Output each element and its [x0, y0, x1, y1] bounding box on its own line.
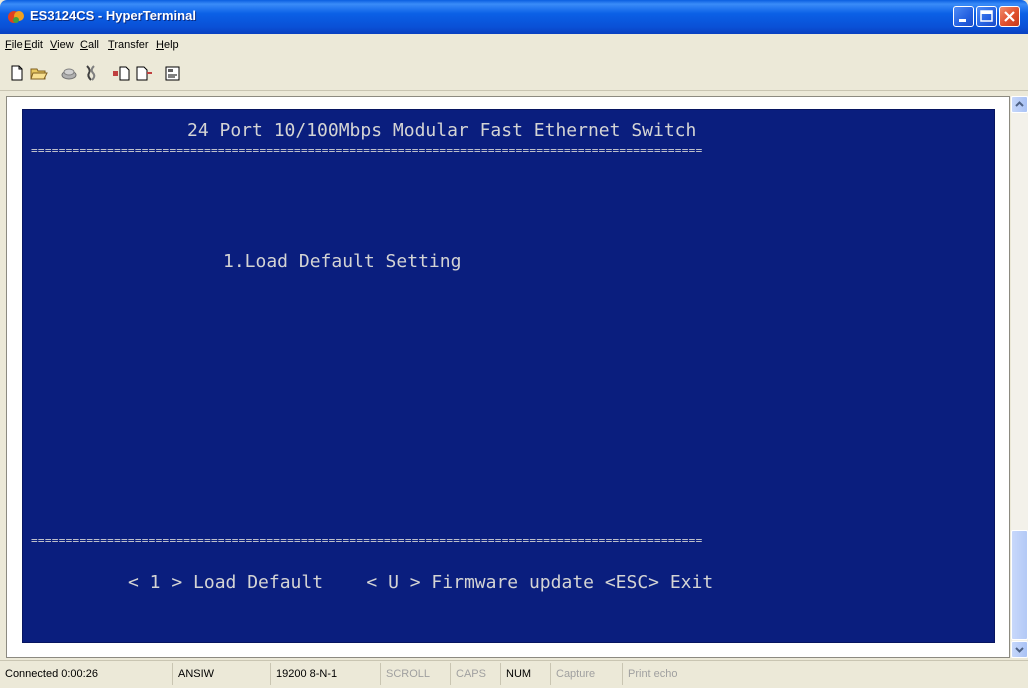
- chevron-up-icon: [1015, 101, 1024, 107]
- terminal-footer: < 1 > Load Default < U > Firmware update…: [128, 572, 714, 593]
- terminal-menu-option: 1.Load Default Setting: [223, 251, 462, 272]
- menu-file-mnemonic: F: [5, 39, 12, 51]
- menu-call-label: all: [87, 39, 99, 51]
- status-port-settings: 19200 8-N-1: [270, 663, 380, 685]
- status-print-echo: Print echo: [622, 663, 772, 685]
- menu-edit-label: dit: [31, 39, 43, 51]
- menu-help[interactable]: Help: [156, 39, 179, 51]
- chevron-down-icon: [1015, 647, 1024, 653]
- scroll-up-button[interactable]: [1011, 96, 1028, 113]
- menu-file[interactable]: File: [5, 39, 23, 51]
- menu-call-mnemonic: C: [80, 39, 88, 51]
- properties-icon[interactable]: [164, 64, 182, 82]
- status-scroll: SCROLL: [380, 663, 450, 685]
- open-icon[interactable]: [30, 64, 48, 82]
- send-icon[interactable]: [112, 64, 130, 82]
- title-bar[interactable]: ES3124CS - HyperTerminal: [0, 0, 1028, 34]
- minimize-button[interactable]: [953, 6, 974, 27]
- disconnect-icon[interactable]: [82, 64, 100, 82]
- scroll-down-button[interactable]: [1011, 641, 1028, 658]
- menu-transfer[interactable]: Transfer: [108, 39, 149, 51]
- window-title: ES3124CS - HyperTerminal: [30, 8, 196, 23]
- minimize-icon: [959, 19, 966, 22]
- status-connected: Connected 0:00:26: [5, 668, 98, 680]
- close-icon: [1004, 11, 1015, 22]
- status-bar: Connected 0:00:26 ANSIW 19200 8-N-1 SCRO…: [0, 660, 1028, 688]
- status-emulation: ANSIW: [172, 663, 270, 685]
- status-num: NUM: [500, 663, 550, 685]
- maximize-icon: [980, 10, 993, 22]
- menu-edit[interactable]: Edit: [24, 39, 43, 51]
- terminal-separator-bottom: ========================================…: [31, 534, 703, 547]
- terminal-header: 24 Port 10/100Mbps Modular Fast Ethernet…: [187, 120, 697, 141]
- menu-view[interactable]: View: [50, 39, 74, 51]
- menu-file-label: ile: [11, 39, 23, 51]
- toolbar: [0, 56, 1028, 91]
- close-button[interactable]: [999, 6, 1020, 27]
- menu-view-label: iew: [57, 39, 74, 51]
- connect-icon[interactable]: [60, 64, 78, 82]
- receive-icon[interactable]: [135, 64, 153, 82]
- menu-help-label: elp: [163, 39, 179, 51]
- menu-call[interactable]: Call: [80, 39, 99, 51]
- hyperterminal-app-icon[interactable]: [7, 8, 25, 26]
- terminal-separator-top: ========================================…: [31, 144, 703, 157]
- terminal-screen[interactable]: 24 Port 10/100Mbps Modular Fast Ethernet…: [22, 109, 995, 643]
- menu-help-mnemonic: H: [156, 39, 164, 51]
- maximize-button[interactable]: [976, 6, 997, 27]
- status-capture: Capture: [550, 663, 622, 685]
- new-icon[interactable]: [8, 64, 26, 82]
- status-caps: CAPS: [450, 663, 500, 685]
- menu-bar: File Edit View Call Transfer Help: [0, 34, 1028, 56]
- scroll-thumb[interactable]: [1011, 530, 1028, 640]
- menu-transfer-label: ransfer: [114, 39, 149, 51]
- vertical-scrollbar[interactable]: [1011, 96, 1028, 658]
